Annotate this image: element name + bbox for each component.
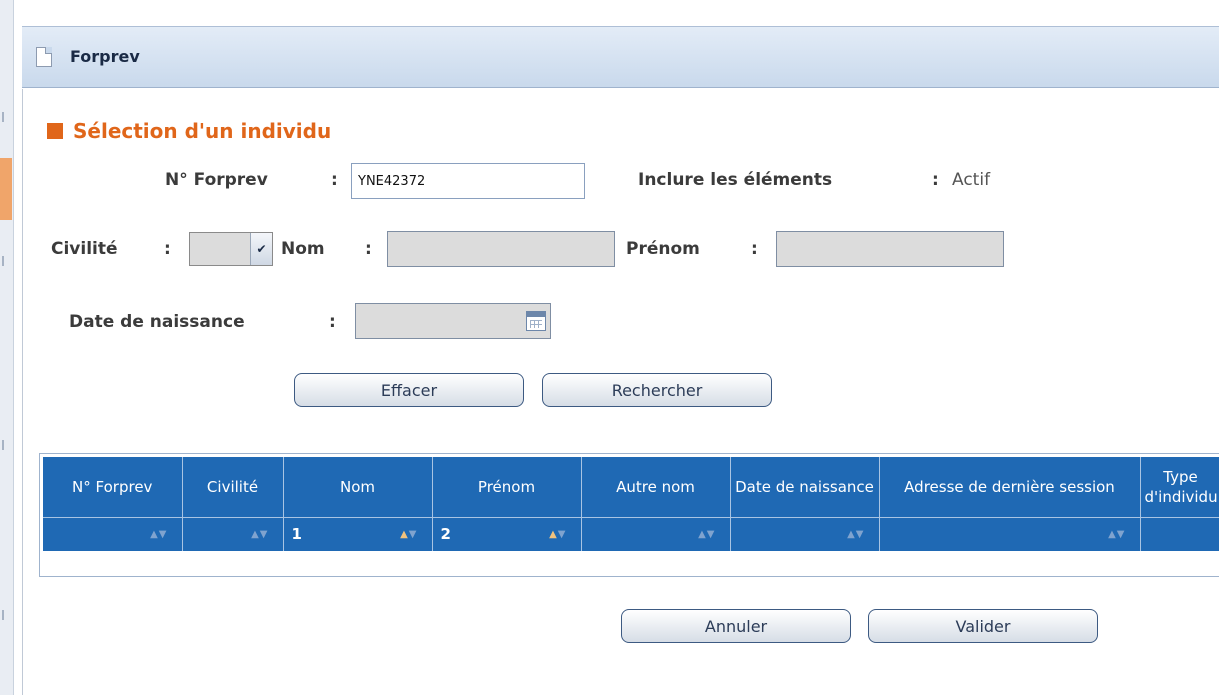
date-naissance-input[interactable] xyxy=(355,303,551,339)
filter-cell-civilite[interactable]: ▲▼ xyxy=(182,516,284,551)
filter-cell-date-naissance[interactable]: ▲▼ xyxy=(730,516,880,551)
sort-arrows-icon[interactable]: ▲▼ xyxy=(549,529,566,540)
col-header-numero[interactable]: N° Forprev xyxy=(43,457,183,517)
filter-cell-prenom[interactable]: 2 ▲▼ xyxy=(432,516,582,551)
left-strip-mark xyxy=(2,610,10,620)
inclure-separator: : xyxy=(932,170,939,190)
col-header-civilite[interactable]: Civilité xyxy=(182,457,284,517)
left-strip-mark xyxy=(2,440,10,450)
section-title-text: Sélection d'un individu xyxy=(73,119,332,143)
left-edge-strip xyxy=(0,0,14,695)
sort-arrows-icon[interactable]: ▲▼ xyxy=(698,529,715,540)
prenom-input[interactable] xyxy=(776,231,1004,267)
civilite-label: Civilité xyxy=(51,239,118,259)
col-header-prenom[interactable]: Prénom xyxy=(432,457,582,517)
document-icon xyxy=(36,47,52,67)
chevron-down-icon[interactable]: ✔ xyxy=(250,233,272,265)
col-header-type[interactable]: Type d'individu xyxy=(1140,457,1219,517)
valider-button[interactable]: Valider xyxy=(868,609,1098,643)
inclure-label: Inclure les éléments xyxy=(638,170,833,190)
section-title: Sélection d'un individu xyxy=(47,119,331,143)
filter-value: 1 xyxy=(291,524,302,543)
filter-value: 2 xyxy=(440,524,451,543)
numero-label: N° Forprev xyxy=(165,170,268,190)
calendar-icon[interactable] xyxy=(526,311,546,331)
col-header-adresse[interactable]: Adresse de dernière session xyxy=(879,457,1141,517)
filter-cell-nom[interactable]: 1 ▲▼ xyxy=(283,516,433,551)
annuler-button[interactable]: Annuler xyxy=(621,609,851,643)
col-header-autre-nom[interactable]: Autre nom xyxy=(581,457,731,517)
section-square-icon xyxy=(47,123,63,139)
grid-header-row: N° Forprev Civilité Nom Prénom Autre nom… xyxy=(43,457,1219,517)
col-header-nom[interactable]: Nom xyxy=(283,457,433,517)
sort-arrows-icon[interactable]: ▲▼ xyxy=(251,529,268,540)
filter-cell-autre-nom[interactable]: ▲▼ xyxy=(581,516,731,551)
top-gap xyxy=(14,0,1219,22)
rechercher-button[interactable]: Rechercher xyxy=(542,373,772,407)
sort-arrows-icon[interactable]: ▲▼ xyxy=(150,529,167,540)
filter-cell-adresse[interactable]: ▲▼ xyxy=(879,516,1141,551)
filter-cell-numero[interactable]: ▲▼ xyxy=(43,516,183,551)
sort-arrows-icon[interactable]: ▲▼ xyxy=(400,529,417,540)
prenom-label: Prénom xyxy=(626,239,700,259)
filter-cell-type[interactable] xyxy=(1140,516,1219,551)
selection-panel: Sélection d'un individu N° Forprev : YNE… xyxy=(22,89,1219,695)
civilite-separator: : xyxy=(164,239,171,259)
window-title: Forprev xyxy=(70,47,140,66)
numero-input[interactable]: YNE42372 xyxy=(351,163,585,199)
results-table: N° Forprev Civilité Nom Prénom Autre nom… xyxy=(43,457,1219,551)
inclure-value: Actif xyxy=(952,170,991,190)
sort-arrows-icon[interactable]: ▲▼ xyxy=(1108,529,1125,540)
prenom-separator: : xyxy=(751,239,758,259)
date-naissance-label: Date de naissance xyxy=(69,312,245,332)
nom-input[interactable] xyxy=(387,231,615,267)
left-strip-accent xyxy=(0,158,12,220)
left-strip-mark xyxy=(2,112,10,122)
window-header: Forprev xyxy=(22,26,1219,88)
results-grid: N° Forprev Civilité Nom Prénom Autre nom… xyxy=(39,453,1219,577)
effacer-button[interactable]: Effacer xyxy=(294,373,524,407)
civilite-select[interactable]: ✔ xyxy=(189,232,273,266)
left-strip-mark xyxy=(2,256,10,266)
nom-label: Nom xyxy=(281,239,325,259)
col-header-date-naissance[interactable]: Date de naissance xyxy=(730,457,880,517)
nom-separator: : xyxy=(365,239,372,259)
numero-separator: : xyxy=(331,170,338,190)
grid-filter-row: ▲▼ ▲▼ 1 ▲▼ 2 ▲▼ ▲▼ ▲▼ ▲▼ xyxy=(43,516,1219,551)
date-separator: : xyxy=(329,312,336,332)
sort-arrows-icon[interactable]: ▲▼ xyxy=(847,529,864,540)
